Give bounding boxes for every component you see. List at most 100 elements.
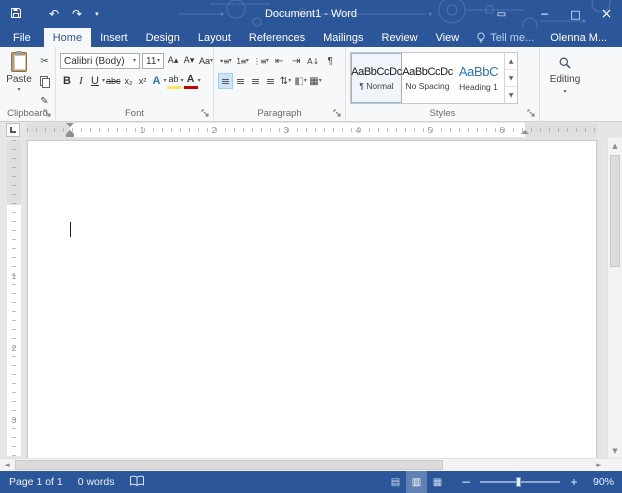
tab-file[interactable]: File <box>0 28 44 47</box>
justify-button[interactable]: ≡ <box>263 73 278 89</box>
cut-button[interactable]: ✂ <box>37 54 52 68</box>
highlight-button[interactable]: ab <box>167 73 181 89</box>
scroll-down-button[interactable]: ▼ <box>608 443 622 458</box>
status-bar: Page 1 of 1 0 words ▤ ▥ ▦ − + 90% <box>0 471 622 493</box>
user-account[interactable]: Olenna M... <box>542 28 615 47</box>
clipboard-small-buttons: ✂ ✎ <box>37 54 52 108</box>
horizontal-scrollbar-thumb[interactable] <box>15 460 443 470</box>
zoom-in-button[interactable]: + <box>567 475 581 489</box>
paste-button[interactable]: Paste ▾ <box>4 52 34 104</box>
font-name-combobox[interactable]: Calibri (Body) ▾ <box>60 53 140 69</box>
tab-review[interactable]: Review <box>373 28 427 47</box>
grow-font-button[interactable]: A▴ <box>166 53 180 69</box>
minimize-button[interactable]: ─ <box>529 0 560 28</box>
format-painter-button[interactable]: ✎ <box>37 94 52 108</box>
scroll-up-button[interactable]: ▲ <box>608 138 622 153</box>
proofing-book-icon <box>129 475 145 487</box>
find-magnifier-icon <box>558 56 572 70</box>
share-button[interactable]: Share <box>615 28 622 47</box>
copy-button[interactable] <box>37 74 52 88</box>
document-page[interactable] <box>27 140 597 458</box>
tab-view[interactable]: View <box>427 28 469 47</box>
editing-dropdown-icon: ▾ <box>563 89 566 95</box>
proofing-status[interactable] <box>129 475 145 490</box>
show-hide-formatting-button[interactable]: ¶ <box>323 53 338 69</box>
vertical-scrollbar-thumb[interactable] <box>610 155 620 267</box>
line-spacing-button[interactable]: ⇅▾ <box>278 73 293 89</box>
read-mode-button[interactable]: ▤ <box>385 471 406 493</box>
styles-dialog-launcher[interactable] <box>527 109 536 118</box>
zoom-percentage[interactable]: 90% <box>588 476 614 488</box>
tab-layout[interactable]: Layout <box>189 28 240 47</box>
borders-button[interactable]: ▦▾ <box>308 73 323 89</box>
font-dialog-launcher[interactable] <box>201 109 210 118</box>
tab-references[interactable]: References <box>240 28 314 47</box>
bullets-button[interactable]: •≡▾ <box>218 53 233 69</box>
zoom-out-button[interactable]: − <box>459 475 473 489</box>
styles-gallery-arrows: ▲ ▼ ▼ <box>504 53 517 103</box>
ribbon-display-options-button[interactable]: ▭ <box>486 0 517 28</box>
font-row-1: Calibri (Body) ▾ 11 ▾ A▴ A▾ Aa▾ <box>60 53 214 69</box>
styles-group-label: Styles <box>346 108 539 119</box>
paragraph-dialog-launcher[interactable] <box>333 109 342 118</box>
horizontal-scrollbar[interactable]: ◄ ► <box>0 458 622 471</box>
align-center-button[interactable]: ≡ <box>233 73 248 89</box>
tab-mailings[interactable]: Mailings <box>314 28 372 47</box>
right-indent-marker[interactable] <box>521 130 529 134</box>
shading-button[interactable]: ◧▾ <box>293 73 308 89</box>
sort-button[interactable]: A↓ <box>306 53 321 69</box>
scroll-right-button[interactable]: ► <box>592 459 606 471</box>
font-size-combobox[interactable]: 11 ▾ <box>142 53 164 69</box>
styles-scroll-down-button[interactable]: ▼ <box>505 70 517 87</box>
maximize-button[interactable]: □ <box>560 0 591 28</box>
web-layout-button[interactable]: ▦ <box>427 471 448 493</box>
scroll-left-button[interactable]: ◄ <box>0 459 14 471</box>
clipboard-dialog-launcher[interactable] <box>43 109 52 118</box>
styles-scroll-up-button[interactable]: ▲ <box>505 53 517 70</box>
tab-home[interactable]: Home <box>44 28 91 47</box>
underline-button[interactable]: U <box>88 73 102 89</box>
superscript-button[interactable]: x² <box>136 73 150 89</box>
font-color-dropdown-icon[interactable]: ▾ <box>198 78 201 84</box>
text-cursor <box>70 222 71 237</box>
strikethrough-button[interactable]: abc <box>105 73 122 89</box>
vertical-scrollbar[interactable]: ▲ ▼ <box>607 138 622 458</box>
font-color-button[interactable]: A <box>184 73 198 89</box>
view-shortcuts: ▤ ▥ ▦ <box>385 471 448 493</box>
text-effects-button[interactable]: A <box>150 73 164 89</box>
style-no-spacing[interactable]: AaBbCcDc No Spacing <box>402 53 453 103</box>
tab-design[interactable]: Design <box>137 28 189 47</box>
style-normal[interactable]: AaBbCcDc ¶ Normal <box>351 53 402 103</box>
left-indent-marker[interactable] <box>66 134 74 137</box>
align-right-button[interactable]: ≡ <box>248 73 263 89</box>
zoom-slider-thumb[interactable] <box>516 477 521 487</box>
zoom-slider[interactable] <box>480 481 560 483</box>
document-workspace: 1 2 3 ▲ ▼ <box>0 138 622 458</box>
shrink-font-button[interactable]: A▾ <box>182 53 196 69</box>
editing-menu-button[interactable]: Editing ▾ <box>540 56 590 95</box>
align-left-button[interactable]: ≡ <box>218 73 233 89</box>
tab-stop-selector[interactable] <box>6 123 20 137</box>
multilevel-list-button[interactable]: ⋮≡▾ <box>252 53 270 69</box>
status-bar-right: ▤ ▥ ▦ − + 90% <box>385 471 622 493</box>
styles-more-button[interactable]: ▼ <box>505 87 517 103</box>
style-heading-1[interactable]: AaBbC Heading 1 <box>453 53 504 103</box>
change-case-button[interactable]: Aa▾ <box>198 53 214 69</box>
tab-insert[interactable]: Insert <box>91 28 137 47</box>
close-button[interactable]: × <box>591 0 622 28</box>
vertical-ruler-number: 2 <box>7 343 21 353</box>
ruler-row: 1 2 3 4 5 6 <box>0 122 622 138</box>
page-number-status[interactable]: Page 1 of 1 <box>9 476 63 488</box>
print-layout-button[interactable]: ▥ <box>406 471 427 493</box>
numbering-button[interactable]: 1≡▾ <box>235 53 250 69</box>
italic-button[interactable]: I <box>74 73 88 89</box>
line-spacing-icon: ⇅ <box>280 76 288 87</box>
increase-indent-button[interactable]: ⇥ <box>289 53 304 69</box>
word-count-status[interactable]: 0 words <box>78 476 115 488</box>
subscript-button[interactable]: x₂ <box>122 73 136 89</box>
tell-me-box[interactable]: Tell me... <box>468 28 542 47</box>
bullets-dropdown-icon: ▾ <box>229 58 232 64</box>
bold-button[interactable]: B <box>60 73 74 89</box>
first-line-indent-marker[interactable] <box>66 123 74 127</box>
decrease-indent-button[interactable]: ⇤ <box>272 53 287 69</box>
